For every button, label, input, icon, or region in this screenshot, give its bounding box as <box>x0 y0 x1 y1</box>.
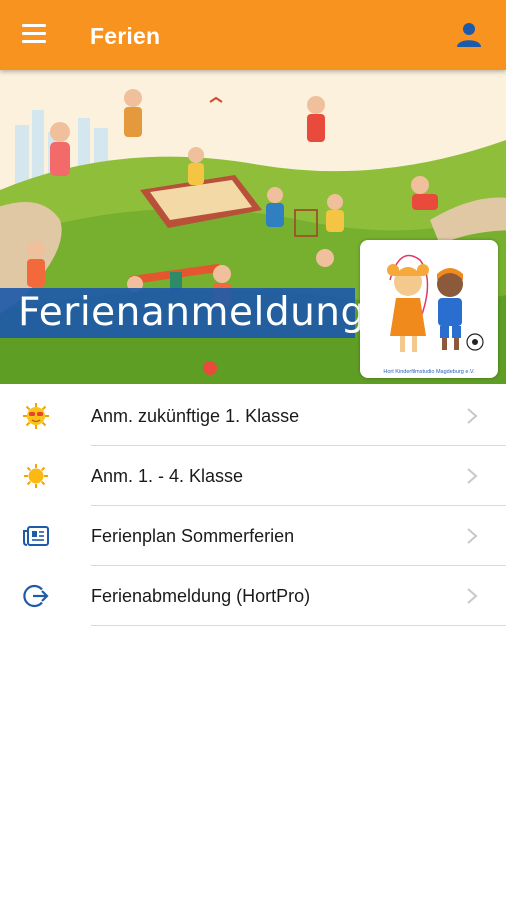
divider <box>91 625 506 626</box>
sun-with-sunglasses-icon <box>22 402 50 430</box>
chevron-right-icon <box>466 527 478 545</box>
page-title: Ferien <box>90 23 161 49</box>
chevron-right-icon <box>466 467 478 485</box>
menu-item-label: Ferienplan Sommerferien <box>91 526 295 546</box>
ferien-menu-list: Anm. zukünftige 1. Klasse Anm. 1. - 4. K… <box>0 386 506 626</box>
sun-icon <box>22 462 50 490</box>
menu-item-label: Anm. 1. - 4. Klasse <box>91 466 244 486</box>
menu-item-label: Ferienabmeldung (HortPro) <box>91 586 311 606</box>
menu-item-ferienplan-sommerferien[interactable]: Ferienplan Sommerferien <box>0 506 506 566</box>
hero-image: Ferienanmeldung Hort Kinderfilmstudio Ma… <box>0 70 506 384</box>
user-icon[interactable] <box>455 21 483 49</box>
menu-item-ferienabmeldung-hortpro[interactable]: Ferienabmeldung (HortPro) <box>0 566 506 626</box>
app-bar: Ferien <box>0 0 506 70</box>
menu-item-1-4-klasse[interactable]: Anm. 1. - 4. Klasse <box>0 446 506 506</box>
menu-item-zukuenftige-1-klasse[interactable]: Anm. zukünftige 1. Klasse <box>0 386 506 446</box>
logo-caption: Hort Kinderfilmstudio Magdeburg e.V. <box>383 369 475 375</box>
hamburger-menu-icon[interactable] <box>22 24 48 46</box>
banner-title: Ferienanmeldung <box>18 290 366 335</box>
organization-logo: Hort Kinderfilmstudio Magdeburg e.V. <box>360 240 498 378</box>
chevron-right-icon <box>466 407 478 425</box>
sign-out-icon <box>22 582 50 610</box>
newspaper-icon <box>22 522 50 550</box>
menu-item-label: Anm. zukünftige 1. Klasse <box>91 406 300 426</box>
chevron-right-icon <box>466 587 478 605</box>
